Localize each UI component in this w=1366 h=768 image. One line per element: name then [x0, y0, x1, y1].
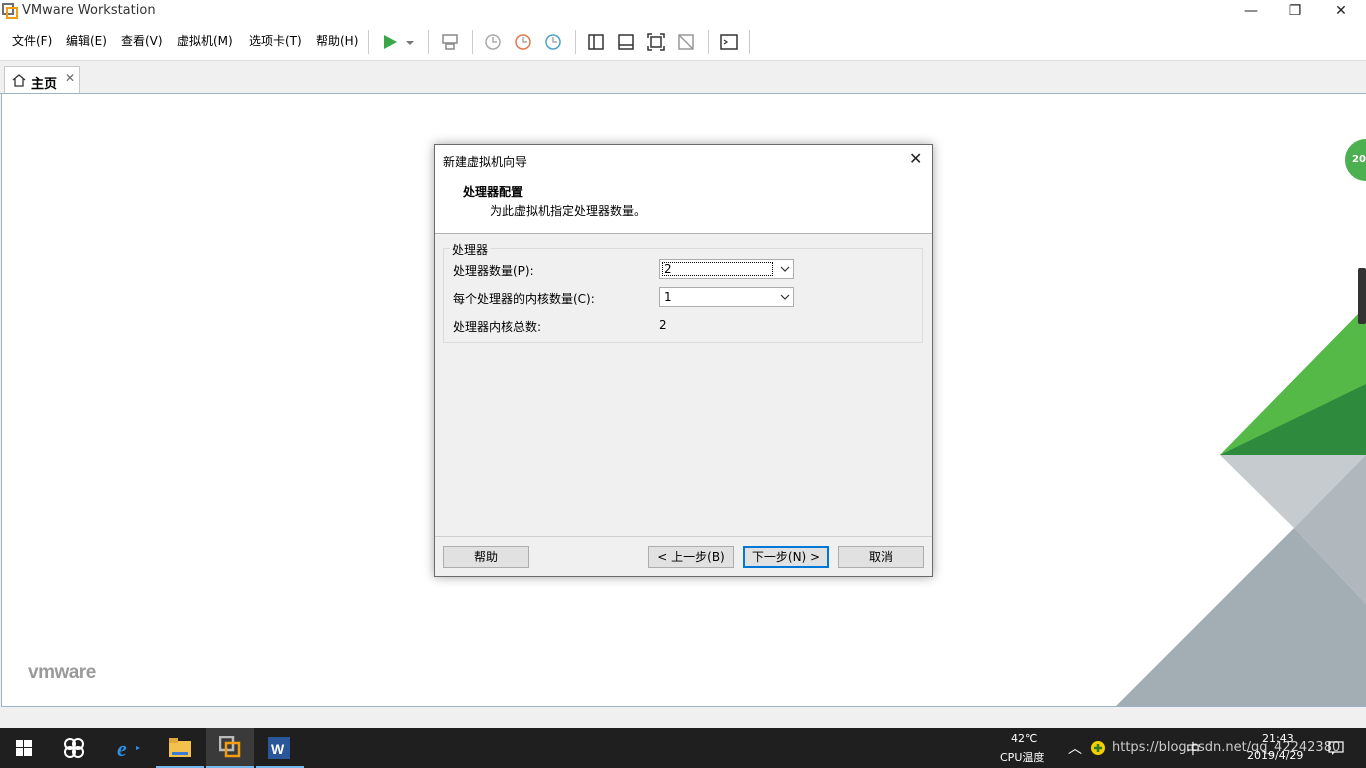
total-cores-value: 2 — [659, 318, 667, 332]
chevron-down-icon — [780, 266, 790, 272]
menu-edit[interactable]: 编辑(E) — [66, 32, 107, 49]
vmware-app-icon — [2, 3, 18, 19]
toolbar-separator — [575, 30, 576, 54]
side-panel-handle[interactable] — [1358, 268, 1366, 324]
title-bar: VMware Workstation — ❐ ✕ — [0, 0, 1366, 23]
processor-count-select[interactable]: 2 — [659, 259, 794, 279]
help-button[interactable]: 帮助 — [443, 546, 529, 568]
toolbar-separator — [749, 30, 750, 54]
menu-bar: 文件(F) 编辑(E) 查看(V) 虚拟机(M) 选项卡(T) 帮助(H) — [0, 23, 1366, 61]
new-vm-wizard-dialog: 新建虚拟机向导 ✕ 处理器配置 为此虚拟机指定处理器数量。 处理器 处理器数量(… — [434, 144, 933, 577]
tab-home-label: 主页 — [31, 77, 58, 92]
cores-per-processor-value: 1 — [664, 290, 672, 304]
cores-per-processor-label: 每个处理器的内核数量(C): — [453, 292, 595, 306]
toolbar-separator — [428, 30, 429, 54]
cancel-button[interactable]: 取消 — [838, 546, 924, 568]
menu-view[interactable]: 查看(V) — [121, 32, 163, 49]
focus-rectangle — [662, 262, 773, 276]
taskbar-app-ie[interactable]: e — [103, 728, 151, 768]
thumbnail-view-icon[interactable] — [616, 32, 636, 52]
unity-icon[interactable] — [676, 32, 696, 52]
play-icon[interactable] — [380, 32, 400, 52]
url-watermark: https://blog.csdn.net/qq_42242380 — [1112, 740, 1341, 755]
back-button[interactable]: < 上一步(B) — [648, 546, 734, 568]
cpu-temperature: 42℃ — [1011, 732, 1038, 745]
total-cores-label: 处理器内核总数: — [453, 320, 542, 334]
close-window-button[interactable]: ✕ — [1318, 0, 1364, 23]
status-bar — [0, 708, 1366, 728]
menu-file[interactable]: 文件(F) — [12, 32, 52, 49]
windows-logo-icon — [16, 740, 32, 756]
home-icon — [12, 74, 26, 87]
menu-help[interactable]: 帮助(H) — [316, 32, 358, 49]
internet-explorer-icon: e — [117, 736, 140, 760]
svg-text:e: e — [117, 736, 127, 760]
vmware-icon — [219, 736, 241, 758]
next-button[interactable]: 下一步(N) > — [743, 546, 829, 568]
taskbar-app-word[interactable]: W — [256, 728, 304, 768]
snapshot-manager-icon[interactable] — [543, 32, 563, 52]
cores-per-processor-select[interactable]: 1 — [659, 287, 794, 307]
tray-app-icon[interactable] — [1090, 740, 1106, 756]
processor-count-label: 处理器数量(P): — [453, 264, 534, 278]
snapshot-icon[interactable] — [483, 32, 503, 52]
taskbar: e W 42℃ CPU温度 ︿ https://blog.csdn.net/qq… — [0, 728, 1366, 768]
tab-close-button[interactable]: ✕ — [65, 71, 75, 85]
dialog-header: 新建虚拟机向导 ✕ 处理器配置 为此虚拟机指定处理器数量。 — [435, 145, 932, 234]
dialog-divider — [435, 536, 932, 537]
notification-center-icon[interactable] — [1328, 740, 1344, 756]
chevron-down-icon — [780, 294, 790, 300]
vmware-logo: vmware — [28, 662, 96, 683]
clock-date[interactable]: 2019/4/29 — [1247, 749, 1303, 762]
library-view-icon[interactable] — [586, 32, 606, 52]
page-description: 为此虚拟机指定处理器数量。 — [490, 204, 647, 218]
revert-snapshot-icon[interactable] — [513, 32, 533, 52]
window-title: VMware Workstation — [22, 3, 156, 18]
taskbar-app-explorer[interactable] — [156, 728, 204, 768]
tab-bar: 主页 ✕ — [0, 61, 1366, 94]
pinwheel-icon — [64, 738, 84, 758]
svg-text:W: W — [271, 741, 285, 757]
toolbar-separator — [708, 30, 709, 54]
ime-indicator[interactable]: 中 — [1186, 739, 1200, 759]
tab-home[interactable]: 主页 ✕ — [4, 66, 80, 93]
update-badge[interactable]: 20 — [1352, 154, 1366, 165]
processor-count-value: 2 — [664, 262, 672, 276]
restore-button[interactable]: ❐ — [1272, 0, 1318, 23]
word-icon: W — [268, 737, 290, 759]
clock-time[interactable]: 21:43 — [1262, 732, 1294, 745]
cpu-temperature-label: CPU温度 — [1000, 751, 1045, 764]
toolbar-separator — [472, 30, 473, 54]
toolbar-separator — [368, 30, 369, 54]
show-hidden-icons-chevron-icon[interactable]: ︿ — [1068, 738, 1082, 758]
taskbar-app-pinwheel[interactable] — [50, 728, 98, 768]
start-button[interactable] — [0, 728, 48, 768]
folder-icon — [169, 738, 191, 757]
taskbar-app-vmware[interactable] — [206, 728, 254, 768]
menu-vm[interactable]: 虚拟机(M) — [177, 32, 233, 49]
processor-group-label: 处理器 — [450, 241, 491, 258]
fullscreen-icon[interactable] — [646, 32, 666, 52]
minimize-button[interactable]: — — [1228, 0, 1274, 23]
dialog-title: 新建虚拟机向导 — [443, 155, 528, 169]
dialog-close-button[interactable]: ✕ — [909, 149, 922, 168]
dropdown-arrow-icon[interactable] — [403, 32, 417, 52]
console-view-icon[interactable] — [719, 32, 739, 52]
menu-tabs[interactable]: 选项卡(T) — [249, 32, 302, 49]
send-ctrl-alt-del-icon[interactable] — [440, 32, 460, 52]
page-heading: 处理器配置 — [463, 185, 524, 199]
